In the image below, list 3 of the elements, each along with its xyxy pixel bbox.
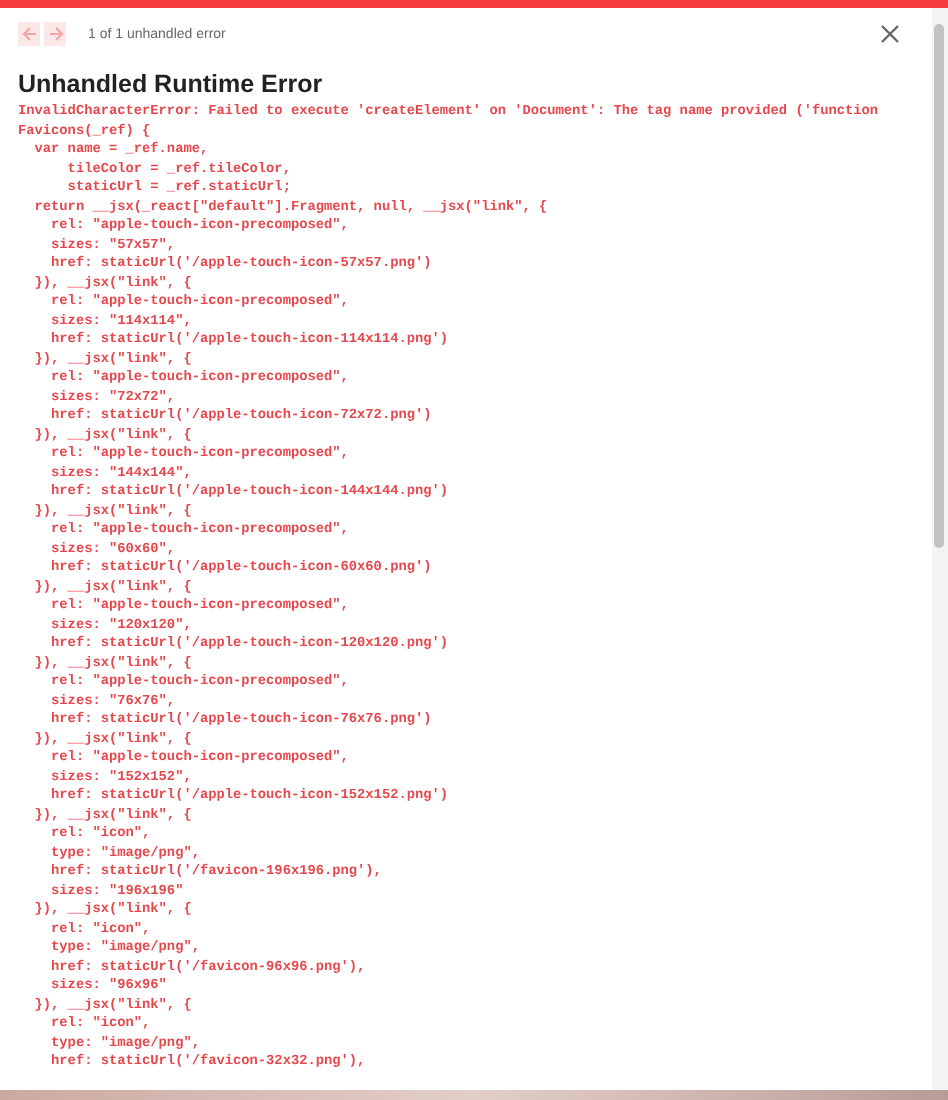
- scrollbar[interactable]: [932, 8, 948, 1090]
- close-icon[interactable]: [880, 24, 900, 44]
- error-title: Unhandled Runtime Error: [18, 70, 325, 98]
